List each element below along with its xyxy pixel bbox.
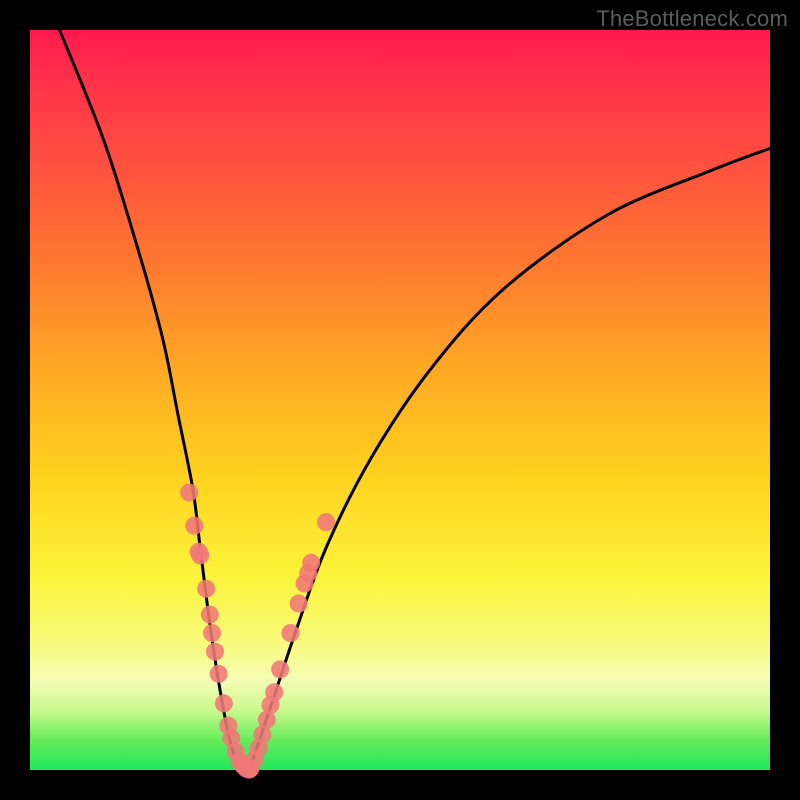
curve-layer [60,30,770,770]
data-point [281,624,299,642]
curve-right-curve [248,148,770,770]
data-point [317,513,335,531]
data-point [271,660,289,678]
chart-frame: TheBottleneck.com [0,0,800,800]
data-point [290,595,308,613]
data-point [265,683,283,701]
data-point [302,554,320,572]
data-point [203,624,221,642]
chart-svg [30,30,770,770]
data-point [197,580,215,598]
data-point [191,546,209,564]
data-point [185,517,203,535]
data-point [215,694,233,712]
watermark-text: TheBottleneck.com [596,6,788,32]
dots-layer [180,484,335,779]
data-point [210,665,228,683]
data-point [206,643,224,661]
data-point [180,484,198,502]
data-point [201,606,219,624]
